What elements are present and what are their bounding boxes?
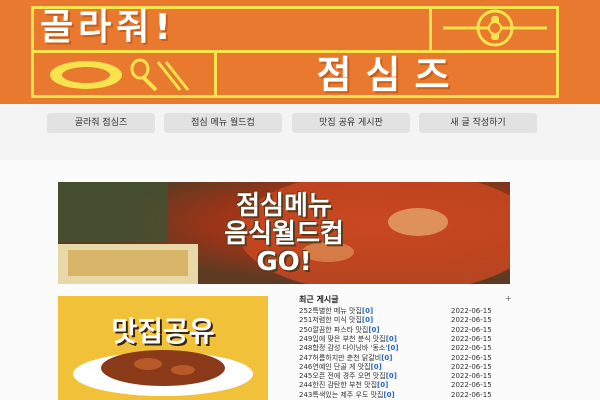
nav-home[interactable]: 골라줘 점심즈 <box>47 113 155 133</box>
site-banner[interactable]: 골라줘! 점심즈 <box>0 0 600 104</box>
comment-count: [0] <box>385 372 397 381</box>
share-banner-text: 맛집공유 <box>111 315 215 348</box>
list-item[interactable]: 243특색있는 제주 우도 맛집[0] 2022-06-15 <box>283 390 513 400</box>
post-number: 252 <box>299 307 313 315</box>
comment-count: [0] <box>383 390 395 399</box>
more-button[interactable]: + <box>505 294 512 303</box>
post-number: 247 <box>299 353 313 362</box>
post-title: 특별한 메뉴 맛집 <box>312 307 362 315</box>
comment-count: [0] <box>381 353 393 362</box>
post-title: 입에 맞은 부천 분식 맛집 <box>312 334 386 343</box>
post-number: 245 <box>299 372 313 381</box>
comment-count: [0] <box>361 307 374 315</box>
comment-count: [0] <box>368 325 380 334</box>
comment-count: [0] <box>385 334 397 343</box>
site-title-bottom: 점심즈 <box>316 53 464 97</box>
banner-divider <box>429 6 432 52</box>
post-number: 244 <box>299 381 313 390</box>
post-title: 합정 감성 다이닝바 '동소' <box>312 344 388 353</box>
banner-divider <box>214 51 217 98</box>
post-number: 251 <box>299 316 313 325</box>
worldcup-banner-text: 점심메뉴 음식월드컵 GO! <box>224 191 344 277</box>
comment-count: [0] <box>377 381 389 390</box>
share-banner[interactable]: 맛집공유 <box>58 296 268 400</box>
post-title-link[interactable]: 243특색있는 제주 우도 맛집[0] <box>299 390 449 400</box>
comment-count: [0] <box>387 344 399 353</box>
recent-posts: 최근 게시글 + 252특별한 메뉴 맛집[0] 2022-06-15 251저렴한… <box>283 294 513 400</box>
site-title-top: 골라줘! <box>40 7 176 48</box>
post-title: 저렴한 미식 맛집 <box>312 316 362 325</box>
post-title: 허름하지만 춘천 닭갈비 <box>312 353 382 362</box>
post-title: 깔끔한 파스타 맛집 <box>312 325 369 334</box>
recent-posts-title: 최근 게시글 <box>299 295 339 304</box>
post-title: 오픈 전에 경주 오면 맛집 <box>312 372 386 381</box>
post-title: 특색있는 제주 우도 맛집 <box>312 390 384 399</box>
post-number: 246 <box>299 362 313 371</box>
plate-icon <box>50 58 190 92</box>
post-title: 한진 감탄한 부천 맛집 <box>312 381 378 390</box>
post-number: 249 <box>299 334 313 343</box>
target-icon <box>443 9 547 47</box>
post-number: 243 <box>299 390 313 399</box>
post-number: 248 <box>299 344 313 353</box>
nav-share-board[interactable]: 맛집 공유 게시판 <box>292 113 410 133</box>
post-date: 2022-06-15 <box>451 390 492 399</box>
nav-new-post[interactable]: 새 글 작성하기 <box>419 113 537 133</box>
post-title: 연예인 단골 게 맛집 <box>312 362 371 371</box>
comment-count: [0] <box>370 362 382 371</box>
nav-worldcup[interactable]: 점심 메뉴 월드컵 <box>164 113 282 133</box>
comment-count: [0] <box>361 316 374 325</box>
post-number: 250 <box>299 325 313 334</box>
main-nav: 골라줘 점심즈 점심 메뉴 월드컵 맛집 공유 게시판 새 글 작성하기 <box>0 104 600 161</box>
worldcup-banner[interactable]: 점심메뉴 음식월드컵 GO! <box>58 182 510 284</box>
